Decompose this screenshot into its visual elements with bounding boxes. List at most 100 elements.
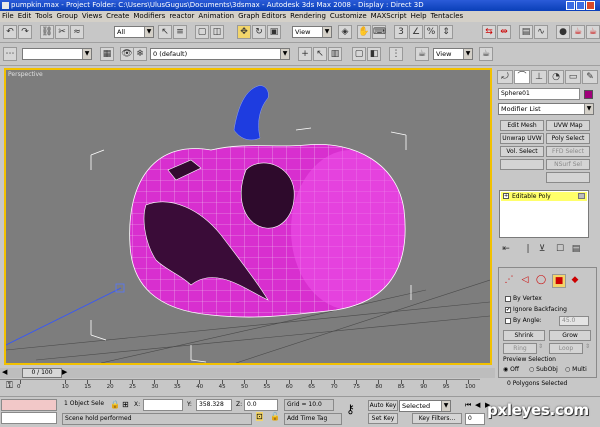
menu-maxscript[interactable]: MAXScript	[371, 12, 407, 20]
angle-snap-icon[interactable]: ∠	[409, 25, 423, 39]
scale-icon[interactable]: ▣	[267, 25, 281, 39]
set-key-icon[interactable]: ⚷	[346, 402, 355, 416]
menu-reactor[interactable]: reactor	[169, 12, 194, 20]
nsurf-sel-button[interactable]: NSurf Sel	[546, 159, 590, 170]
menu-create[interactable]: Create	[106, 12, 129, 20]
link-icon[interactable]: ⛓	[40, 25, 54, 39]
time-slider[interactable]: ◀ 0 / 100 ▶	[0, 368, 495, 378]
layers-icon[interactable]: ▦	[100, 47, 114, 61]
layer-dropdown[interactable]: 0 (default) ▼	[150, 48, 290, 60]
menu-graph-editors[interactable]: Graph Editors	[238, 12, 286, 20]
empty-modifier-button-2[interactable]	[546, 172, 590, 183]
freeze-icon[interactable]: ❄	[133, 47, 147, 61]
maximize-icon[interactable]	[576, 1, 585, 10]
move-icon[interactable]: ✥	[237, 25, 251, 39]
unlink-icon[interactable]: ✂	[55, 25, 69, 39]
time-slider-prev-icon[interactable]: ◀	[2, 368, 7, 376]
unwrap-uvw-button[interactable]: Unwrap UVW	[500, 133, 544, 144]
align-icon[interactable]: ⇹	[497, 25, 511, 39]
menu-views[interactable]: Views	[82, 12, 102, 20]
show-end-result-icon[interactable]: |	[521, 243, 535, 257]
named-selection-dropdown[interactable]: ▼	[22, 48, 92, 60]
expand-icon[interactable]: +	[503, 193, 509, 199]
menu-rendering[interactable]: Rendering	[290, 12, 326, 20]
border-mode-icon[interactable]: ◯	[534, 274, 548, 288]
layer-manager-icon[interactable]: ▤	[519, 25, 533, 39]
menu-tools[interactable]: Tools	[35, 12, 52, 20]
select-by-name-icon[interactable]: ≡	[173, 25, 187, 39]
edit-mesh-button[interactable]: Edit Mesh	[500, 120, 544, 131]
bind-icon[interactable]: ≈	[70, 25, 84, 39]
time-slider-thumb[interactable]: 0 / 100	[22, 368, 62, 378]
ignore-backfacing-checkbox[interactable]: ✔ Ignore Backfacing	[505, 306, 567, 313]
select-layer-icon[interactable]: ↖	[313, 47, 327, 61]
manipulate-icon[interactable]: ✋	[357, 25, 371, 39]
menu-tentacles[interactable]: Tentacles	[431, 12, 464, 20]
quick-render-icon[interactable]: ☕	[586, 25, 600, 39]
go-to-start-icon[interactable]: ⏮	[465, 401, 471, 410]
menu-help[interactable]: Help	[411, 12, 427, 20]
current-frame-field[interactable]: 0	[465, 413, 485, 425]
menu-group[interactable]: Group	[57, 12, 78, 20]
shrink-button[interactable]: Shrink	[503, 330, 545, 341]
render-setup-icon[interactable]: ☕	[571, 25, 585, 39]
menu-customize[interactable]: Customize	[330, 12, 367, 20]
curve-editor-icon[interactable]: ∿	[534, 25, 548, 39]
modifier-stack[interactable]: + Editable Poly	[499, 190, 589, 238]
keyboard-shortcut-icon[interactable]: ⌨	[372, 25, 386, 39]
material-editor-icon[interactable]: ●	[556, 25, 570, 39]
render-icon[interactable]: ☕	[479, 47, 493, 61]
add-time-tag[interactable]: Add Time Tag	[284, 413, 342, 425]
loop-spinner-icon[interactable]: ⇕	[585, 343, 590, 350]
snap-icon[interactable]: 3	[394, 25, 408, 39]
display-tab-icon[interactable]: ▭	[565, 70, 581, 84]
ring-spinner-icon[interactable]: ⇕	[538, 343, 543, 350]
preview-off-radio[interactable]: ◉ Off	[503, 366, 519, 373]
vol-select-button[interactable]: Vol. Select	[500, 146, 544, 157]
render-frame-icon[interactable]: ▢	[352, 47, 366, 61]
modify-tab-icon[interactable]: ⌒	[514, 70, 530, 84]
auto-key-button[interactable]: Auto Key	[368, 400, 398, 411]
menu-modifiers[interactable]: Modifiers	[133, 12, 165, 20]
y-coord-field[interactable]: 358.328	[196, 399, 232, 411]
stack-item-editable-poly[interactable]: + Editable Poly	[501, 192, 587, 201]
make-unique-icon[interactable]: ⊻	[535, 243, 549, 257]
track-bar[interactable]: ⚿ 0 10 15 20 25 30 35 40 45 50 55 60 65 70 75 80 85 90 95 1…	[0, 379, 480, 395]
object-name-field[interactable]: Sphere01	[498, 88, 580, 100]
preview-multi-radio[interactable]: ○ Multi	[565, 366, 587, 373]
poly-select-button[interactable]: Poly Select	[546, 133, 590, 144]
time-tag-lock-icon[interactable]: 🔓	[270, 412, 280, 421]
view-dropdown[interactable]: View ▼	[433, 48, 473, 60]
uvw-map-button[interactable]: UVW Map	[546, 120, 590, 131]
time-slider-next-icon[interactable]: ▶	[62, 368, 67, 376]
close-icon[interactable]	[586, 1, 595, 10]
hierarchy-tab-icon[interactable]: ⊥	[531, 70, 547, 84]
ring-button[interactable]: Ring	[503, 343, 537, 354]
by-angle-spinner[interactable]: 45.0	[559, 316, 589, 326]
polygon-mode-icon[interactable]: ■	[552, 274, 566, 288]
object-color-swatch[interactable]	[584, 90, 593, 99]
window-crossing-icon[interactable]: ◫	[210, 25, 224, 39]
named-selection-icon[interactable]: ⋯	[3, 47, 17, 61]
utilities-tab-icon[interactable]: ✎	[582, 70, 598, 84]
layer-props-icon[interactable]: ▥	[328, 47, 342, 61]
vertex-mode-icon[interactable]: ⋰	[502, 274, 516, 288]
x-coord-field[interactable]	[143, 399, 183, 411]
configure-sets-icon[interactable]: ▤	[569, 243, 583, 257]
redo-icon[interactable]: ↷	[18, 25, 32, 39]
key-filters-button[interactable]: Key Filters...	[412, 413, 462, 424]
selection-filter-dropdown[interactable]: All ▼	[114, 26, 154, 38]
prev-frame-icon[interactable]: ◀	[475, 401, 480, 409]
by-angle-checkbox[interactable]: By Angle:	[505, 317, 542, 324]
element-mode-icon[interactable]: ◆	[568, 274, 582, 288]
rotate-icon[interactable]: ↻	[252, 25, 266, 39]
remove-modifier-icon[interactable]: ☐	[553, 243, 567, 257]
motion-tab-icon[interactable]: ◔	[548, 70, 564, 84]
select-icon[interactable]: ↖	[158, 25, 172, 39]
create-tab-icon[interactable]: ⤾	[497, 70, 513, 84]
pin-stack-icon[interactable]: ⇤	[499, 243, 513, 257]
maxscript-mini-listener[interactable]	[1, 412, 57, 424]
visibility-icon[interactable]: 👁	[120, 47, 134, 61]
ffd-select-button[interactable]: FFD Select	[546, 146, 590, 157]
pivot-icon[interactable]: ◈	[338, 25, 352, 39]
